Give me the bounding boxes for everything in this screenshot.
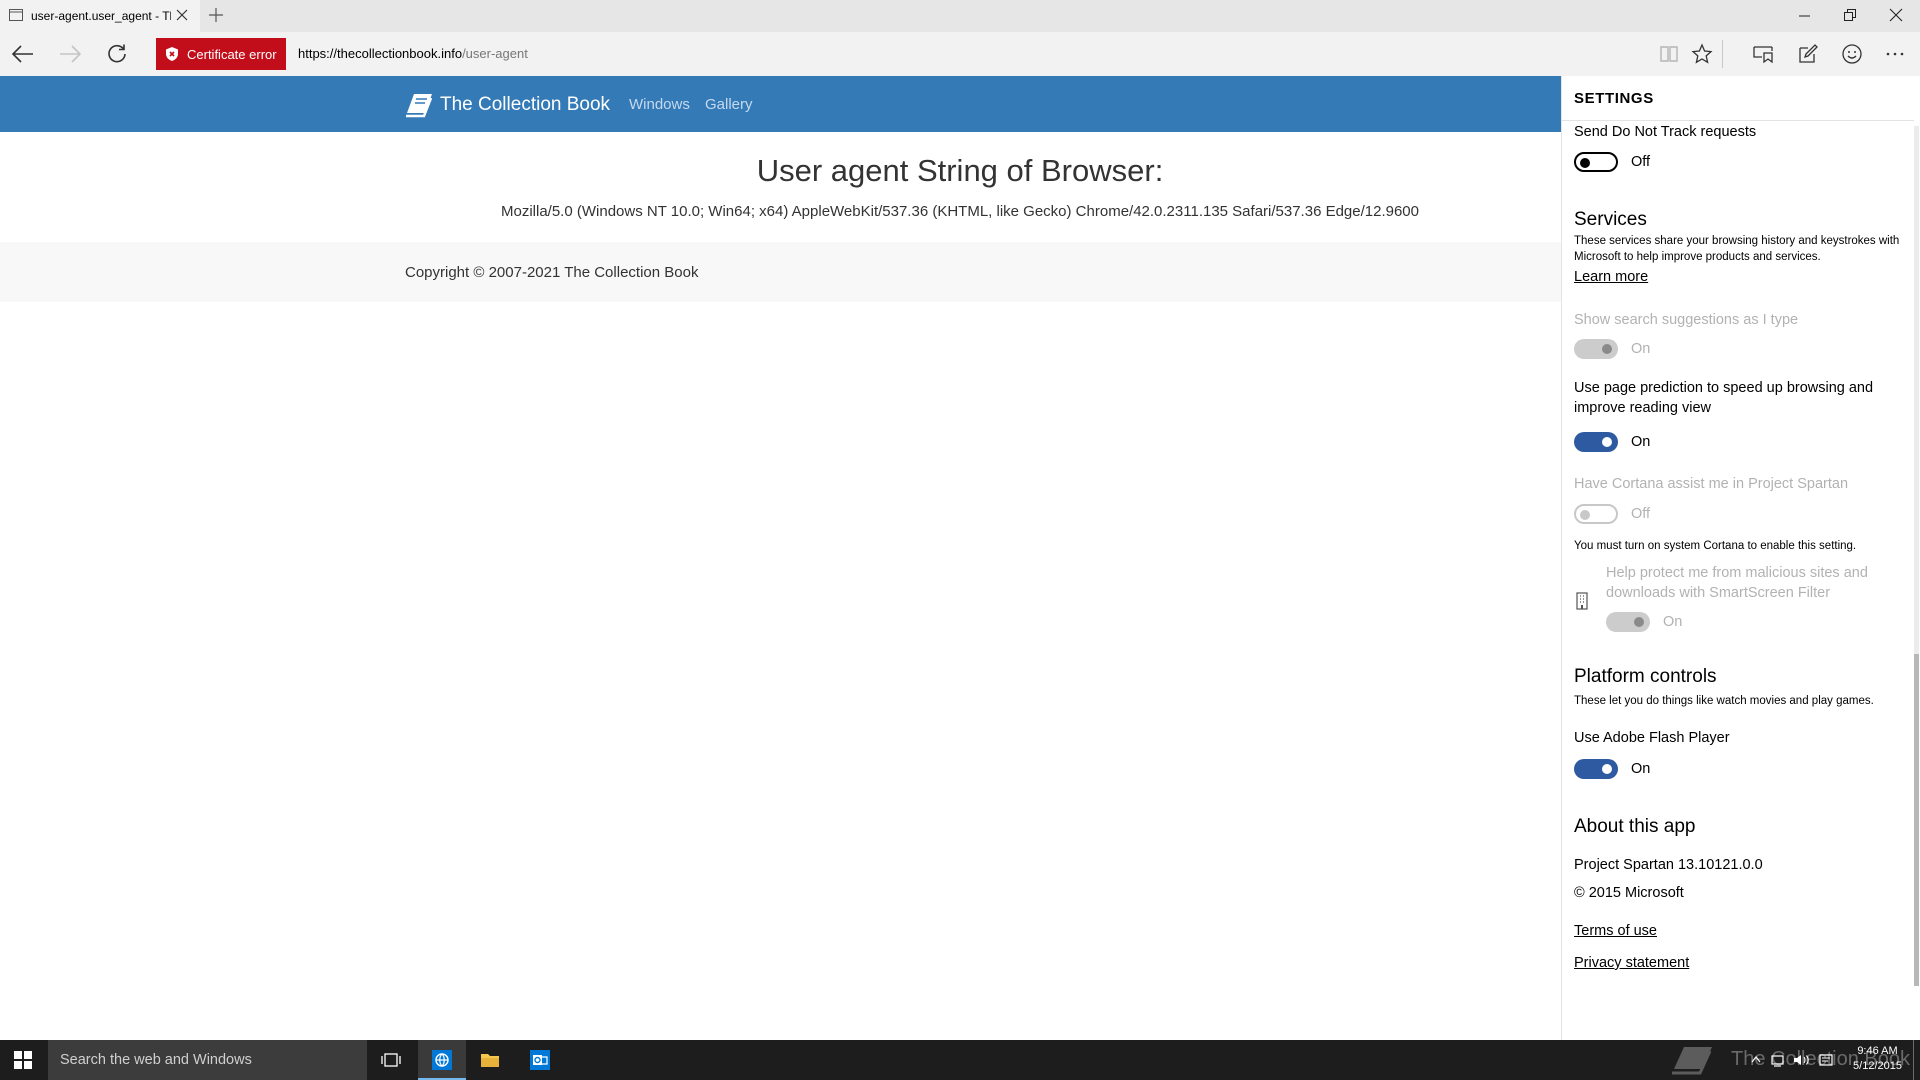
reading-view-icon[interactable] xyxy=(1658,43,1680,65)
taskbar-search-placeholder: Search the web and Windows xyxy=(60,1052,252,1068)
cortana-label: Have Cortana assist me in Project Sparta… xyxy=(1574,476,1849,492)
toggle-knob xyxy=(1602,437,1612,447)
taskbar-file-explorer[interactable] xyxy=(466,1040,514,1080)
settings-divider xyxy=(1562,120,1914,121)
hub-icon[interactable] xyxy=(1752,43,1774,65)
url-path: /user-agent xyxy=(462,46,528,61)
book-logo-icon[interactable] xyxy=(404,91,436,119)
app-version: Project Spartan 13.10121.0.0 xyxy=(1574,857,1763,873)
mail-icon xyxy=(530,1050,550,1070)
toolbar-separator xyxy=(1722,40,1723,68)
windows-logo-icon xyxy=(14,1051,32,1069)
page-prediction-label: Use page prediction to speed up browsing… xyxy=(1574,380,1874,416)
settings-scrollbar-thumb[interactable] xyxy=(1914,654,1919,986)
nav-link-gallery[interactable]: Gallery xyxy=(705,96,753,113)
flash-state: On xyxy=(1631,761,1651,777)
minimize-icon[interactable] xyxy=(1797,7,1813,23)
platform-controls-description: These let you do things like watch movie… xyxy=(1574,695,1874,707)
start-button[interactable] xyxy=(0,1040,48,1080)
toggle-knob xyxy=(1580,510,1590,520)
clock-date: 5/12/2015 xyxy=(1853,1060,1902,1072)
copyright-text: Copyright © 2007-2021 The Collection Boo… xyxy=(405,264,699,281)
flash-label: Use Adobe Flash Player xyxy=(1574,730,1730,746)
about-heading: About this app xyxy=(1574,816,1696,837)
browser-tab[interactable]: user-agent.user_agent - Th xyxy=(0,0,200,32)
page-icon xyxy=(9,9,23,21)
nav-link-windows[interactable]: Windows xyxy=(629,96,690,113)
flash-toggle[interactable] xyxy=(1574,759,1618,779)
policy-building-icon xyxy=(1576,592,1588,610)
refresh-icon[interactable] xyxy=(106,43,128,65)
taskbar: Search the web and Windows The Collectio… xyxy=(0,1040,1920,1080)
smartscreen-toggle[interactable] xyxy=(1606,612,1650,632)
dnt-label: Send Do Not Track requests xyxy=(1574,124,1757,140)
close-tab-icon[interactable] xyxy=(175,8,189,22)
show-desktop-button[interactable] xyxy=(1913,1040,1914,1080)
web-note-icon[interactable] xyxy=(1797,43,1819,65)
cortana-note: You must turn on system Cortana to enabl… xyxy=(1574,540,1857,552)
tab-strip: user-agent.user_agent - Th xyxy=(0,0,1920,32)
window-close-icon[interactable] xyxy=(1888,7,1904,23)
restore-icon[interactable] xyxy=(1842,7,1858,23)
cortana-state: Off xyxy=(1631,506,1651,522)
clock-time: 9:46 AM xyxy=(1857,1045,1898,1057)
site-footer: Copyright © 2007-2021 The Collection Boo… xyxy=(0,242,1561,302)
back-arrow-icon[interactable] xyxy=(11,43,35,65)
task-view-button[interactable] xyxy=(367,1040,415,1080)
new-tab-plus-icon[interactable] xyxy=(208,7,224,23)
certificate-error-button[interactable]: Certificate error xyxy=(156,38,286,70)
dnt-toggle[interactable] xyxy=(1574,152,1618,172)
taskbar-mail-app[interactable] xyxy=(516,1040,564,1080)
taskbar-search-box[interactable]: Search the web and Windows xyxy=(48,1040,367,1080)
search-suggestions-state: On xyxy=(1631,341,1651,357)
toggle-knob xyxy=(1602,764,1612,774)
forward-arrow-icon[interactable] xyxy=(58,43,82,65)
smiley-icon[interactable] xyxy=(1841,43,1863,65)
smartscreen-state: On xyxy=(1663,614,1683,630)
smartscreen-label: Help protect me from malicious sites and… xyxy=(1606,565,1868,601)
url-host: https://thecollectionbook.info xyxy=(298,46,463,61)
toggle-knob xyxy=(1580,158,1590,168)
page-prediction-state: On xyxy=(1631,434,1651,450)
task-view-icon xyxy=(381,1053,401,1067)
privacy-statement-link[interactable]: Privacy statement xyxy=(1574,955,1689,971)
dnt-state: Off xyxy=(1631,154,1651,170)
star-icon[interactable] xyxy=(1691,43,1713,65)
folder-icon xyxy=(481,1054,499,1067)
taskbar-clock[interactable]: 9:46 AM 5/12/2015 xyxy=(1850,1044,1905,1074)
system-tray[interactable] xyxy=(1748,1052,1844,1068)
site-brand[interactable]: The Collection Book xyxy=(440,94,610,116)
site-navbar: The Collection Book Windows Gallery xyxy=(0,76,1561,132)
watermark-book-icon xyxy=(1668,1043,1720,1077)
taskbar-browser-app[interactable] xyxy=(418,1040,466,1080)
learn-more-link[interactable]: Learn more xyxy=(1574,269,1648,285)
terms-of-use-link[interactable]: Terms of use xyxy=(1574,923,1657,939)
settings-pane: SETTINGS Send Do Not Track requests Off … xyxy=(1561,76,1920,1040)
url-field[interactable]: https://thecollectionbook.info/user-agen… xyxy=(298,46,528,61)
certificate-error-label: Certificate error xyxy=(187,47,277,62)
tab-title: user-agent.user_agent - Th xyxy=(31,9,171,23)
web-page-content: The Collection Book Windows Gallery User… xyxy=(0,76,1561,1040)
settings-title: SETTINGS xyxy=(1574,90,1654,107)
app-copyright: © 2015 Microsoft xyxy=(1574,885,1684,901)
browser-icon xyxy=(432,1050,452,1070)
address-bar: Certificate error https://thecollectionb… xyxy=(0,32,1920,76)
services-description: These services share your browsing histo… xyxy=(1574,235,1900,263)
search-suggestions-toggle[interactable] xyxy=(1574,339,1618,359)
services-heading: Services xyxy=(1574,209,1647,230)
page-prediction-toggle[interactable] xyxy=(1574,432,1618,452)
shield-icon xyxy=(164,46,180,62)
cortana-toggle[interactable] xyxy=(1574,504,1618,524)
toggle-knob xyxy=(1634,617,1644,627)
toggle-knob xyxy=(1602,344,1612,354)
search-suggestions-label: Show search suggestions as I type xyxy=(1574,312,1799,328)
platform-controls-heading: Platform controls xyxy=(1574,666,1717,687)
more-icon[interactable] xyxy=(1884,43,1906,65)
